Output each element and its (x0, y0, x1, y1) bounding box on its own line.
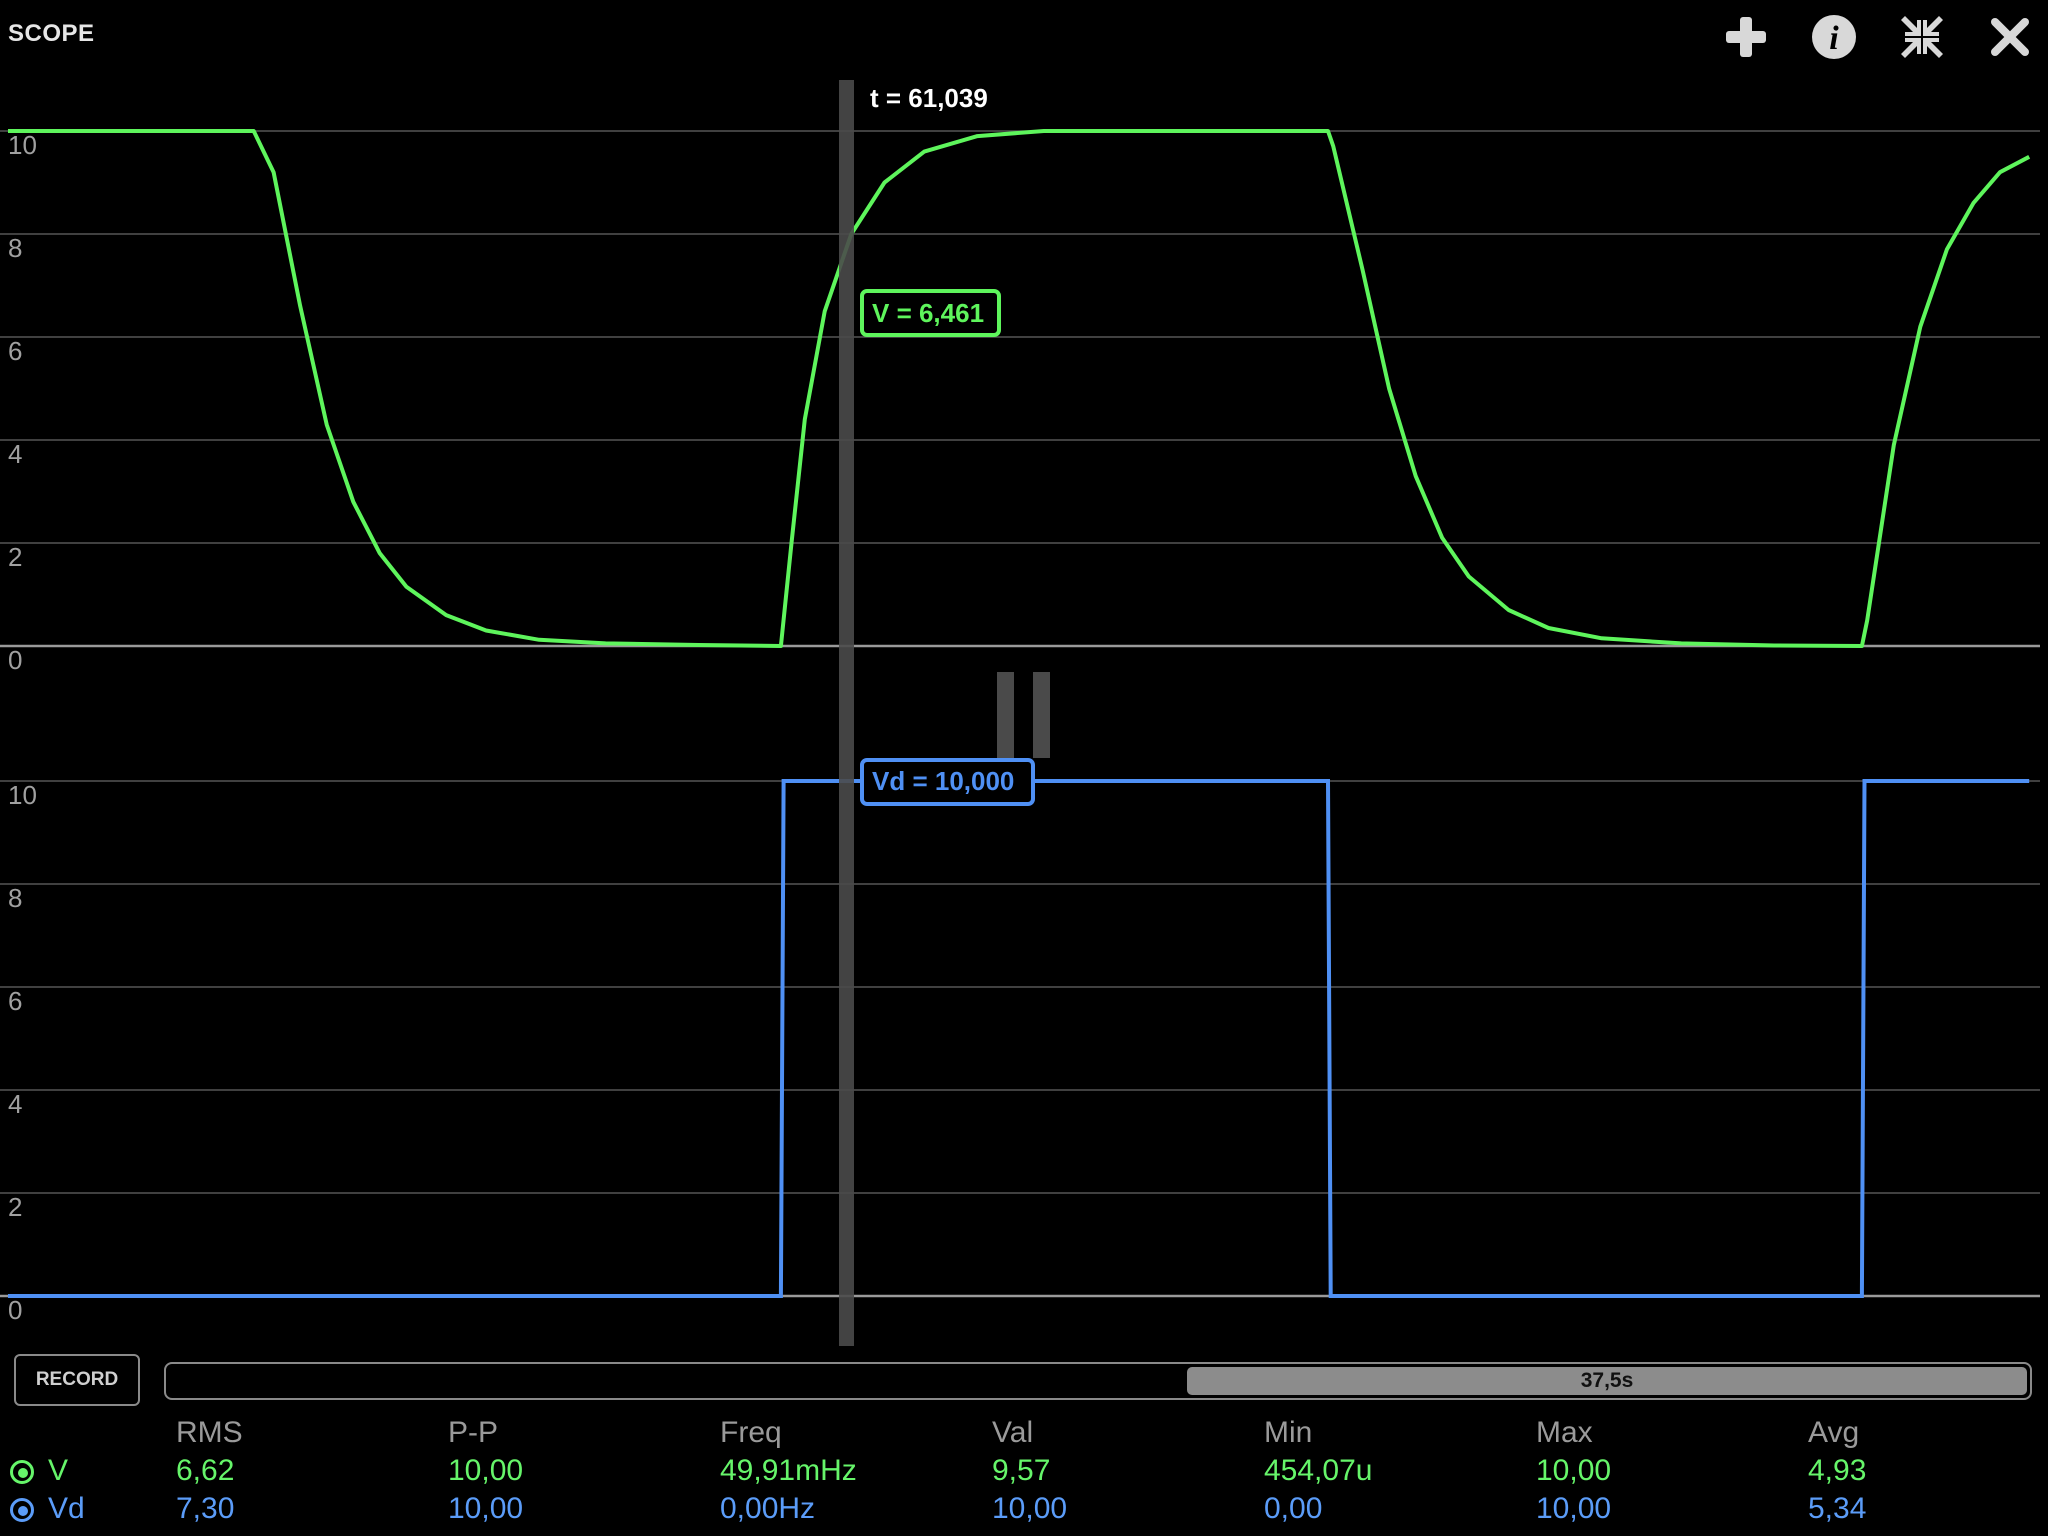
header-freq: Freq (720, 1416, 782, 1449)
y-tick-label: 8 (8, 883, 22, 913)
y-tick-label: 6 (8, 336, 22, 366)
v-val: 9,57 (992, 1454, 1051, 1487)
v-pp: 10,00 (448, 1454, 524, 1487)
time-cursor[interactable] (839, 80, 854, 1346)
y-tick-label: 2 (8, 1192, 22, 1222)
header-avg: Avg (1808, 1416, 1860, 1449)
y-tick-label: 0 (8, 645, 22, 675)
v-avg: 4,93 (1808, 1454, 1867, 1487)
y-tick-label: 10 (8, 780, 37, 810)
channel-v-name[interactable]: V (48, 1454, 68, 1488)
vd-rms: 7,30 (176, 1492, 235, 1525)
cursor-value-v: V = 6,461 (860, 289, 1001, 337)
trace-vd (8, 779, 2030, 1298)
y-tick-label: 2 (8, 542, 22, 572)
svg-text:Vd = 10,000: Vd = 10,000 (872, 766, 1014, 796)
header-rms: RMS (176, 1416, 243, 1449)
header-pp: P-P (448, 1416, 499, 1449)
grid-bottom: 0 2 4 6 8 10 (0, 780, 2040, 1325)
channel-vd-name[interactable]: Vd (48, 1492, 85, 1526)
vd-freq: 0,00Hz (720, 1492, 816, 1525)
vd-pp: 10,00 (448, 1492, 524, 1525)
channel-vd-radio[interactable] (10, 1498, 34, 1522)
svg-text:V = 6,461: V = 6,461 (872, 298, 984, 328)
pause-icon[interactable] (997, 672, 1050, 758)
timeline-window[interactable]: 37,5s (1187, 1367, 2027, 1395)
v-max: 10,00 (1536, 1454, 1612, 1487)
header-val: Val (992, 1416, 1034, 1449)
v-min: 454,07u (1264, 1454, 1373, 1487)
y-tick-label: 10 (8, 130, 37, 160)
v-freq: 49,91mHz (720, 1454, 857, 1487)
y-tick-label: 6 (8, 986, 22, 1016)
channel-v-radio[interactable] (10, 1460, 34, 1484)
vd-min: 0,00 (1264, 1492, 1323, 1525)
y-tick-label: 4 (8, 1089, 22, 1119)
header-min: Min (1264, 1416, 1313, 1449)
vd-avg: 5,34 (1808, 1492, 1867, 1525)
header-max: Max (1536, 1416, 1593, 1449)
grid-top: 0 2 4 6 8 10 (0, 130, 2040, 675)
v-rms: 6,62 (176, 1454, 235, 1487)
vd-val: 10,00 (992, 1492, 1068, 1525)
cursor-value-vd: Vd = 10,000 (860, 758, 1035, 806)
timeline-scrollbar[interactable]: 37,5s (164, 1362, 2032, 1400)
scope-plot[interactable]: 0 2 4 6 8 10 0 2 4 6 8 10 t = 61,039 V = 6,461 Vd … (0, 0, 2048, 1350)
vd-max: 10,00 (1536, 1492, 1612, 1525)
y-tick-label: 8 (8, 233, 22, 263)
trace-v (8, 129, 2031, 648)
time-label: t = 61,039 (870, 83, 988, 113)
y-tick-label: 4 (8, 439, 22, 469)
y-tick-label: 0 (8, 1295, 22, 1325)
record-button[interactable]: RECORD (14, 1354, 140, 1406)
